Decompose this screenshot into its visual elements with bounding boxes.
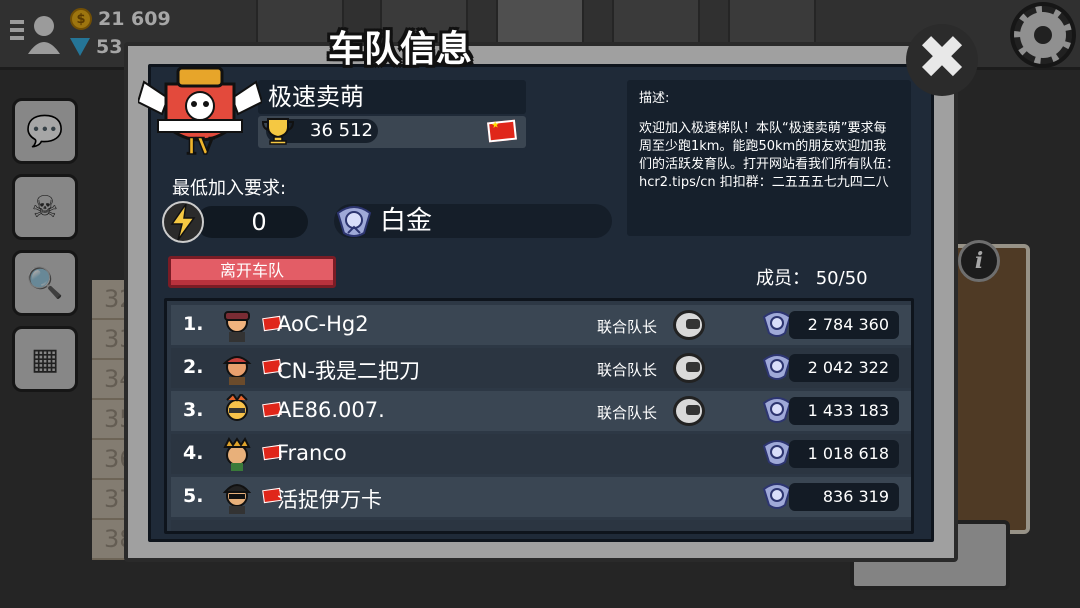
member-row[interactable]: 3. AE86.007. 联合队长 1 433 183	[171, 391, 911, 431]
team-name-text: 极速卖萌	[268, 83, 364, 111]
member-role: 联合队长	[597, 404, 658, 422]
member-score: 2 042 322	[789, 354, 899, 382]
members-label: 成员：	[756, 268, 810, 289]
member-role: 联合队长	[597, 318, 658, 336]
avatar	[226, 394, 248, 421]
min-score-value: 0	[251, 208, 267, 236]
leave-team-button[interactable]: 离开车队	[168, 256, 336, 288]
member-score: 2 784 360	[789, 311, 899, 339]
member-name: 活捉伊万卡	[277, 488, 382, 512]
member-name: Franco	[277, 441, 347, 465]
trophy-icon	[262, 118, 294, 145]
close-button[interactable]: ✖	[906, 24, 978, 96]
member-score: 836 319	[789, 483, 899, 511]
member-score: 1 433 183	[789, 397, 899, 425]
member-rank: 1.	[183, 313, 204, 335]
member-name: AoC-Hg2	[277, 312, 369, 336]
china-flag-icon	[487, 119, 517, 143]
team-description: 描述: 欢迎加入极速梯队！本队“极速卖萌”要求每周至少跑1km。能跑50km的朋…	[627, 80, 911, 236]
members-count-value: 50/50	[815, 268, 868, 289]
helmet-icon	[673, 353, 705, 383]
modal-title: 车队信息	[327, 29, 472, 70]
member-rank: 5.	[183, 485, 204, 507]
close-icon: ✖	[916, 23, 968, 93]
description-title: 描述:	[639, 91, 670, 106]
member-row[interactable]: 4. Franco 1 018 618	[171, 434, 911, 474]
member-role: 联合队长	[597, 361, 658, 379]
min-rank: 白金	[334, 204, 612, 238]
platinum-rank-icon	[336, 206, 372, 237]
member-rank: 3.	[183, 399, 204, 421]
member-row[interactable]: 2. CN-我是二把刀 联合队长 2 042 322	[171, 348, 911, 388]
trophy-value: 36 512	[310, 120, 373, 141]
member-list[interactable]: 1. AoC-Hg2 联合队长 2 784 360 2. CN-我是二把刀 联合…	[164, 298, 914, 534]
member-rank: 4.	[183, 442, 204, 464]
avatar	[222, 484, 252, 514]
min-requirement-label: 最低加入要求:	[172, 178, 287, 199]
avatar	[224, 311, 250, 342]
helmet-icon	[673, 396, 705, 426]
member-row[interactable]: 5. 活捉伊万卡 836 319	[171, 477, 911, 517]
avatar	[223, 437, 251, 471]
members-count: 成员： 50/50	[756, 264, 868, 290]
member-rank: 2.	[183, 356, 204, 378]
helmet-icon	[673, 310, 705, 340]
team-name: 极速卖萌	[258, 80, 526, 114]
team-emblem-icon: IV	[138, 66, 262, 161]
lightning-bolt-icon	[162, 201, 204, 243]
min-rank-value: 白金	[380, 206, 433, 236]
member-name: CN-我是二把刀	[277, 359, 420, 383]
member-row[interactable]	[171, 520, 911, 531]
min-score: 0	[196, 206, 308, 238]
leave-team-label: 离开车队	[219, 261, 284, 280]
svg-text:IV: IV	[186, 134, 214, 160]
member-name: AE86.007.	[277, 398, 385, 422]
description-body: 欢迎加入极速梯队！本队“极速卖萌”要求每周至少跑1km。能跑50km的朋友欢迎加…	[639, 121, 900, 190]
avatar	[222, 356, 252, 385]
member-score: 1 018 618	[789, 440, 899, 468]
member-row[interactable]: 1. AoC-Hg2 联合队长 2 784 360	[171, 305, 911, 345]
